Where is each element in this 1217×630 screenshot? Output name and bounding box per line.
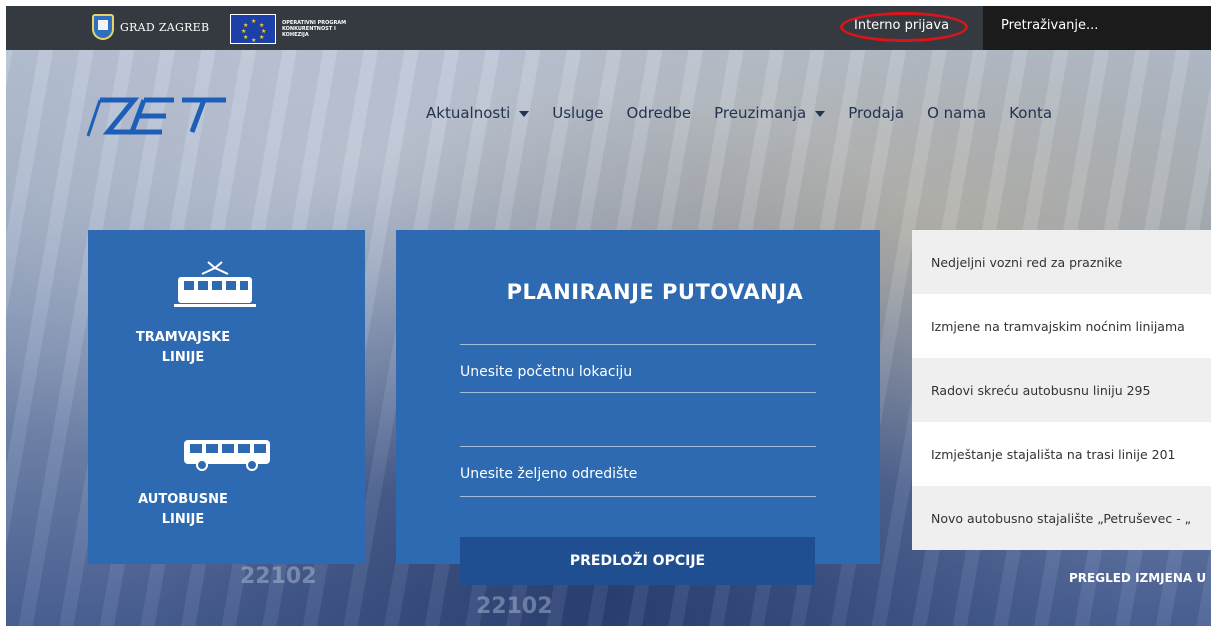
caret-down-icon bbox=[815, 111, 826, 117]
eu-program-label: OPERATIVNI PROGRAM KONKURENTNOST I KOHEZ… bbox=[282, 20, 347, 38]
highlight-circle bbox=[840, 12, 968, 42]
eu-flag-icon: ★ ★ ★ ★ ★ ★ ★ ★ bbox=[230, 14, 276, 44]
tram-lines-label-line2: LINIJE bbox=[161, 350, 205, 365]
nav-label: Aktualnosti bbox=[426, 104, 511, 122]
bus-lines-label-line2: LINIJE bbox=[161, 512, 205, 527]
destination-input[interactable] bbox=[460, 466, 816, 482]
news-list: Nedjeljni vozni red za praznike Izmjene … bbox=[912, 230, 1211, 550]
divider bbox=[460, 496, 816, 497]
grad-zagreb-link[interactable]: GRAD ZAGREB bbox=[92, 12, 209, 42]
nav-item-odredbe[interactable]: Odredbe bbox=[626, 104, 691, 122]
nav-item-preuzimanja[interactable]: Preuzimanja bbox=[714, 104, 826, 122]
search-input[interactable] bbox=[1001, 18, 1201, 33]
grad-zagreb-label: GRAD ZAGREB bbox=[120, 20, 210, 34]
news-item[interactable]: Izmjene na tramvajskim noćnim linijama bbox=[912, 294, 1211, 358]
nav-label: Usluge bbox=[552, 104, 604, 122]
news-item[interactable]: Radovi skreću autobusnu liniju 295 bbox=[912, 358, 1211, 422]
search-box bbox=[983, 6, 1211, 50]
nav-label: Odredbe bbox=[626, 104, 692, 122]
news-item[interactable]: Izmještanje stajališta na trasi linije 2… bbox=[912, 422, 1211, 486]
nav-item-o-nama[interactable]: O nama bbox=[927, 104, 986, 122]
nav-label: Prodaja bbox=[848, 104, 905, 122]
caret-down-icon bbox=[519, 111, 530, 117]
nav-item-prodaja[interactable]: Prodaja bbox=[848, 104, 904, 122]
tram-lines-label-line1: TRAMVAJSKE bbox=[135, 330, 231, 345]
divider bbox=[460, 392, 816, 393]
suggest-options-button[interactable]: PREDLOŽI OPCIJE bbox=[460, 537, 815, 585]
background-vehicle-number: 22102 bbox=[240, 564, 317, 589]
tram-icon bbox=[174, 261, 256, 307]
tram-lines-label: TRAMVAJSKE LINIJE bbox=[88, 328, 278, 368]
page-frame: GRAD ZAGREB ★ ★ ★ ★ ★ ★ ★ ★ OPERATIVNI PROGR… bbox=[6, 6, 1211, 626]
nav-item-aktualnosti[interactable]: Aktualnosti bbox=[426, 104, 530, 122]
divider bbox=[460, 446, 816, 447]
start-location-input[interactable] bbox=[460, 364, 816, 380]
nav-item-usluge[interactable]: Usluge bbox=[552, 104, 603, 122]
bus-lines-label-line1: AUTOBUSNE bbox=[138, 492, 228, 507]
zagreb-coat-of-arms-icon bbox=[92, 14, 114, 40]
zet-logo[interactable] bbox=[86, 92, 236, 140]
nav-label: O nama bbox=[927, 104, 987, 122]
nav-item-kontakt[interactable]: Konta bbox=[1009, 104, 1052, 122]
journey-planner-panel: PLANIRANJE PUTOVANJA bbox=[396, 230, 880, 564]
nav-label: Preuzimanja bbox=[714, 104, 807, 122]
bus-lines-label: AUTOBUSNE LINIJE bbox=[88, 490, 278, 530]
eu-program-link[interactable]: ★ ★ ★ ★ ★ ★ ★ ★ OPERATIVNI PROGRAM KONKURENT… bbox=[230, 14, 362, 44]
news-item[interactable]: Novo autobusno stajalište „Petruševec - … bbox=[912, 486, 1211, 550]
news-item[interactable]: Nedjeljni vozni red za praznike bbox=[912, 230, 1211, 294]
main-nav: Aktualnosti Usluge Odredbe Preuzimanja P… bbox=[426, 104, 1075, 122]
journey-planner-title: PLANIRANJE PUTOVANJA bbox=[506, 280, 804, 304]
divider bbox=[460, 344, 816, 345]
bus-icon bbox=[184, 440, 270, 471]
lines-panel: TRAMVAJSKE LINIJE AUTOBUSNE LINIJE bbox=[88, 230, 365, 564]
top-bar: GRAD ZAGREB ★ ★ ★ ★ ★ ★ ★ ★ OPERATIVNI PROGR… bbox=[6, 6, 1211, 50]
view-changes-link[interactable]: PREGLED IZMJENA U bbox=[1069, 571, 1206, 585]
background-vehicle-number: 22102 bbox=[476, 594, 553, 619]
nav-label: Konta bbox=[1009, 104, 1053, 122]
